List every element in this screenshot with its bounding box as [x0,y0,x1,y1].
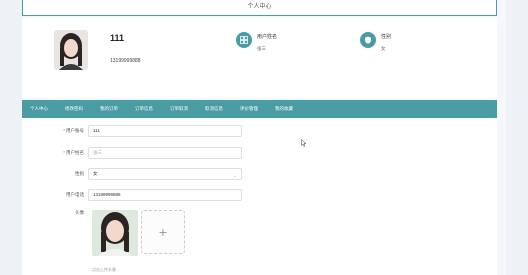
nav-item-profile[interactable]: 个人中心 [30,106,48,112]
gender-info: 性别 女 [360,32,391,52]
phone-label: 用户电话 [66,192,84,197]
gender-row: 性别 女 ⌄ [22,168,242,180]
avatar-label: 头像 [75,210,84,215]
avatar-row: 头像 [22,210,88,216]
avatar [54,30,88,70]
name-info: 用户姓名 张三 [236,32,277,52]
nav-item-password[interactable]: 修改密码 [65,106,83,112]
name-row: *用户姓名 张三 [22,147,242,159]
nav-item-my-orders[interactable]: 我的订单 [100,106,118,112]
right-gutter [506,0,528,275]
account-field[interactable]: 111 [88,125,242,137]
page-title: 个人中心 [22,0,497,16]
gender-info-value: 女 [381,46,386,51]
account-row: *用户账号 111 [22,125,242,137]
gender-label: 性别 [75,171,84,176]
required-mark: * [63,128,65,133]
shield-icon [360,32,376,48]
profile-card: 111 13199999888 用户姓名 张三 性别 女 [22,18,497,98]
nav-bar: 个人中心 修改密码 我的订单 订单信息 订单取消 取消信息 评价管理 我的收藏 [22,100,497,118]
name-label: 用户姓名 [66,150,84,155]
nav-item-favorites[interactable]: 我的收藏 [275,106,293,112]
profile-username: 111 [110,33,125,43]
upload-hint: 点击上传头像 [92,267,116,272]
nav-item-order-cancel[interactable]: 订单取消 [170,106,188,112]
profile-phone: 13199999888 [110,58,141,64]
required-mark: * [63,150,65,155]
name-field[interactable]: 张三 [88,147,242,159]
name-info-value: 张三 [257,46,266,51]
name-info-label: 用户姓名 [257,34,278,40]
avatar-preview[interactable] [92,210,138,256]
gender-select[interactable]: 女 ⌄ [88,168,242,180]
account-label: 用户账号 [66,128,84,133]
gender-info-label: 性别 [381,34,392,40]
phone-field[interactable]: 13199999888 [88,189,242,201]
nav-item-order-info[interactable]: 订单信息 [135,106,153,112]
user-grid-icon [236,32,252,48]
gender-select-value: 女 [93,171,98,176]
profile-form: *用户账号 111 *用户姓名 张三 性别 女 ⌄ 用户电话 1319999988… [22,118,497,275]
nav-item-reviews[interactable]: 评价管理 [240,106,258,112]
nav-item-cancel-info[interactable]: 取消信息 [205,106,223,112]
phone-row: 用户电话 13199999888 [22,189,242,201]
upload-button[interactable]: + [141,210,185,254]
left-gutter [0,0,22,275]
mouse-cursor-icon [301,134,307,152]
chevron-down-icon: ⌄ [233,173,237,178]
